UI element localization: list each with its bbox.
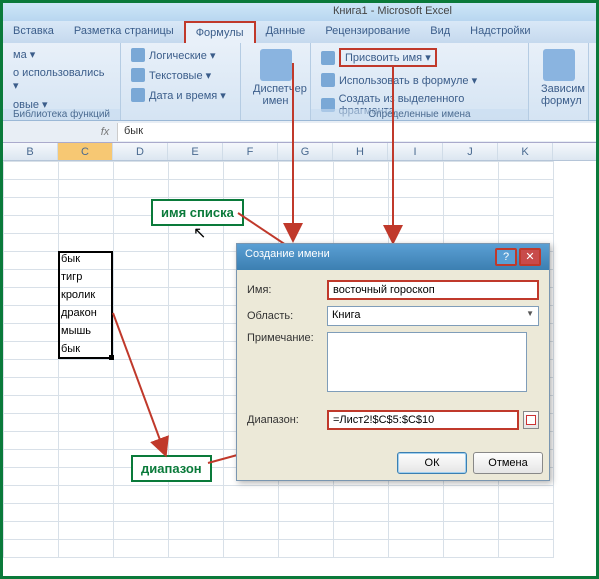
name-label: Имя: (247, 284, 327, 296)
col-header[interactable]: J (443, 143, 498, 160)
col-header[interactable]: F (223, 143, 278, 160)
annotation-range: диапазон (131, 455, 212, 482)
tab-data[interactable]: Данные (256, 21, 316, 43)
help-button[interactable]: ? (495, 248, 517, 266)
col-header[interactable]: K (498, 143, 553, 160)
dialog-title: Создание имени (245, 248, 330, 266)
autosum-dropdown[interactable]: ма ▾ (9, 46, 114, 63)
name-input[interactable]: восточный гороскоп (327, 280, 539, 300)
trace-dependents-button[interactable]: Зависим формул (535, 45, 582, 111)
tab-page-layout[interactable]: Разметка страницы (64, 21, 184, 43)
range-label: Диапазон: (247, 414, 327, 426)
group-label-defined-names: Определенные имена (311, 109, 528, 120)
col-header[interactable]: C (58, 143, 113, 160)
col-header[interactable]: B (3, 143, 58, 160)
window-titlebar: Книга1 - Microsoft Excel (3, 3, 596, 21)
ribbon-tabs: Вставка Разметка страницы Формулы Данные… (3, 21, 596, 43)
tab-addins[interactable]: Надстройки (460, 21, 540, 43)
scope-label: Область: (247, 310, 327, 322)
range-input[interactable]: =Лист2!$C$5:$C$10 (327, 410, 519, 430)
dependents-label: Зависим формул (541, 83, 585, 107)
text-icon (131, 68, 145, 82)
selection-border (58, 251, 113, 359)
formula-input[interactable]: бык (117, 123, 596, 141)
text-label: Текстовые ▾ (149, 69, 211, 82)
text-dropdown[interactable]: Текстовые ▾ (127, 66, 234, 84)
assign-name-button[interactable]: Присвоить имя ▾ (317, 46, 522, 69)
logical-label: Логические ▾ (149, 49, 216, 62)
tag-icon (321, 51, 335, 65)
ok-button[interactable]: ОК (397, 452, 467, 474)
close-button[interactable]: ✕ (519, 248, 541, 266)
dialog-titlebar[interactable]: Создание имени ? ✕ (237, 244, 549, 270)
tab-insert[interactable]: Вставка (3, 21, 64, 43)
scope-select[interactable]: Книга (327, 306, 539, 326)
comment-label: Примечание: (247, 332, 327, 344)
tab-view[interactable]: Вид (420, 21, 460, 43)
tab-review[interactable]: Рецензирование (315, 21, 420, 43)
col-header[interactable]: E (168, 143, 223, 160)
logical-icon (131, 48, 145, 62)
datetime-dropdown[interactable]: Дата и время ▾ (127, 86, 234, 104)
annotation-listname: имя списка (151, 199, 244, 226)
annotation-arrow (113, 313, 173, 456)
fx-icon[interactable]: fx (93, 126, 117, 138)
datetime-icon (131, 88, 145, 102)
cancel-button[interactable]: Отмена (473, 452, 543, 474)
group-label-function-library: Библиотека функций (3, 109, 120, 120)
range-picker-button[interactable] (523, 411, 539, 429)
logical-dropdown[interactable]: Логические ▾ (127, 46, 234, 64)
col-header[interactable]: D (113, 143, 168, 160)
use-in-formula-button[interactable]: Использовать в формуле ▾ (317, 71, 522, 89)
comment-textarea[interactable] (327, 332, 527, 392)
tab-formulas[interactable]: Формулы (184, 21, 256, 43)
annotation-arrow (383, 65, 403, 248)
dependents-icon (543, 49, 575, 81)
use-formula-label: Использовать в формуле ▾ (339, 74, 477, 87)
create-name-dialog: Создание имени ? ✕ Имя: восточный гороск… (236, 243, 550, 481)
col-header[interactable]: H (333, 143, 388, 160)
datetime-label: Дата и время ▾ (149, 89, 226, 102)
recently-used-dropdown[interactable]: о использовались ▾ (9, 65, 114, 94)
cursor-icon: ↖ (193, 223, 206, 243)
fx-icon (321, 73, 335, 87)
